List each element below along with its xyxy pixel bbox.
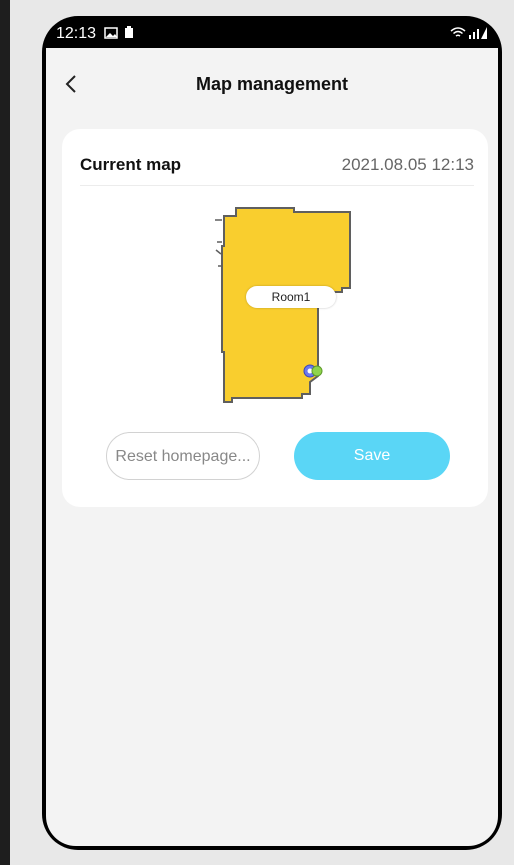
map-preview[interactable]: Room1 <box>212 206 362 412</box>
page-title: Map management <box>195 74 349 94</box>
card-divider <box>80 185 474 186</box>
reset-homepage-button[interactable]: Reset homepage... <box>106 432 260 480</box>
room-name-tag[interactable]: Room1 <box>246 286 336 308</box>
battery-saver-icon <box>124 26 134 44</box>
current-map-label: Current map <box>80 155 182 174</box>
status-time: 12:13 <box>56 25 97 42</box>
current-map-card: Current map 2021.08.05 12:13 Room1 Reset… <box>62 129 488 507</box>
map-timestamp: 2021.08.05 12:13 <box>341 155 474 174</box>
map-noise <box>215 219 222 267</box>
app-header: Map management <box>46 48 498 118</box>
save-button[interactable]: Save <box>294 432 450 480</box>
map-floorplan <box>215 207 351 403</box>
left-edge-strip <box>0 0 10 865</box>
gallery-icon <box>104 26 118 44</box>
app-screen: Map management Current map 2021.08.05 12… <box>46 48 498 846</box>
device-frame: 12:13 Map management Current map 2021.08… <box>0 0 514 865</box>
wifi-icon <box>450 26 466 44</box>
phone-body: 12:13 Map management Current map 2021.08… <box>42 16 502 850</box>
signal-icon <box>468 26 488 44</box>
status-bar: 12:13 <box>42 16 502 48</box>
robot-dock-icon <box>303 364 323 378</box>
